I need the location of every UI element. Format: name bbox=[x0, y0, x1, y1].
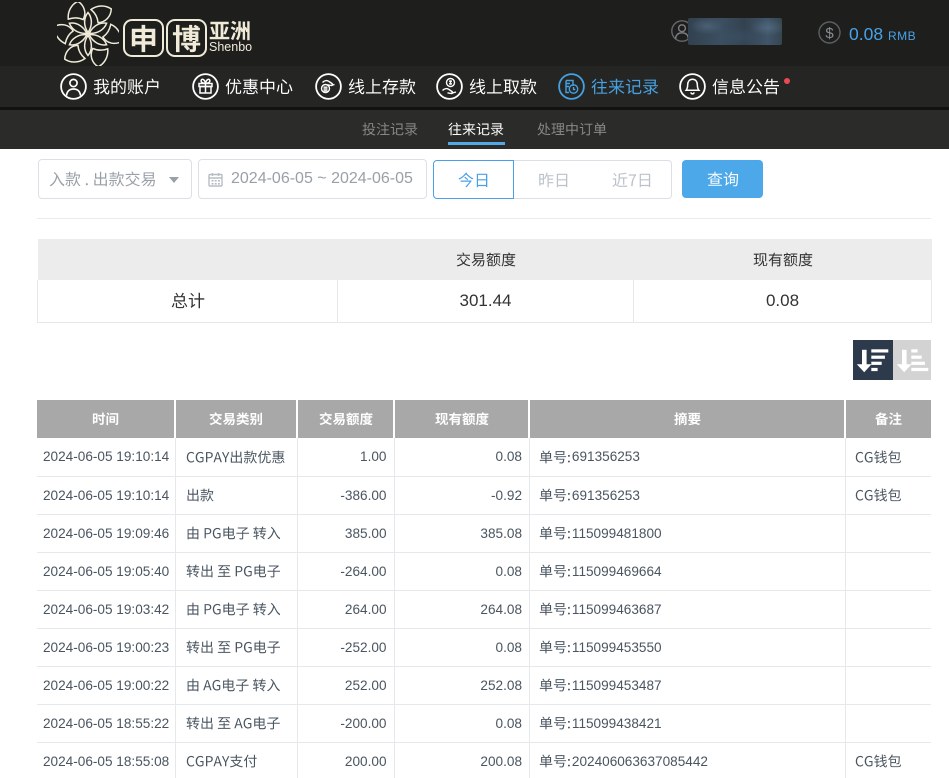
svg-text:$: $ bbox=[825, 25, 834, 42]
